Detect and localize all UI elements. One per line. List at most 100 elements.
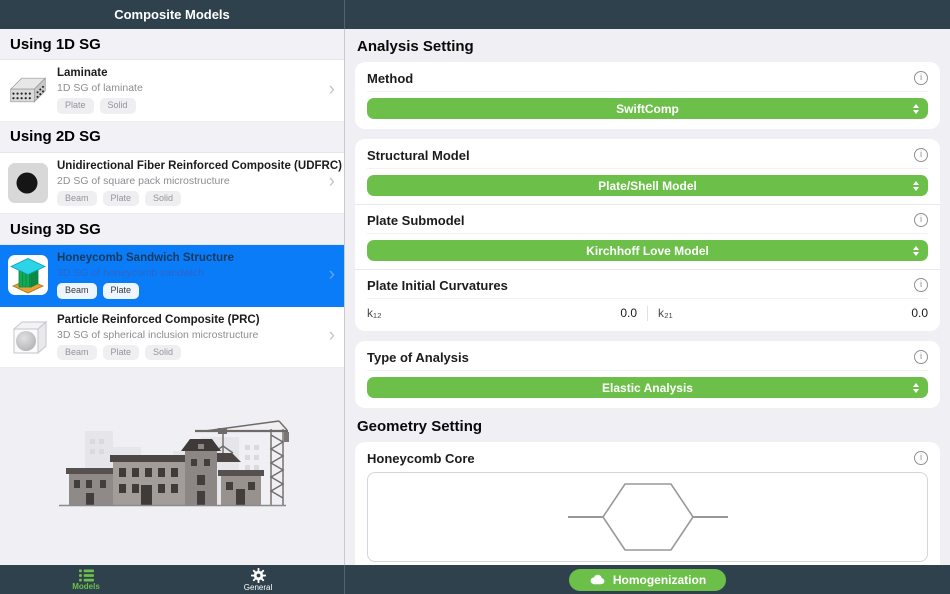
item-tags: Beam Plate Solid: [57, 344, 320, 360]
honeycomb-sandwich-icon: [8, 255, 48, 296]
plate-submodel-select[interactable]: Kirchhoff Love Model: [367, 240, 928, 261]
plate-submodel-value: Kirchhoff Love Model: [586, 243, 709, 258]
tab-models[interactable]: Models: [0, 565, 172, 594]
sidebar-empty-area: [0, 368, 344, 565]
item-subtitle: 1D SG of laminate: [57, 82, 143, 94]
item-subtitle: 3D SG of spherical inclusion microstruct…: [57, 328, 259, 341]
detail-header: [345, 0, 950, 29]
item-tags: Plate Solid: [57, 98, 320, 114]
info-icon[interactable]: i: [914, 278, 928, 292]
method-label: Method: [367, 70, 414, 86]
list-icon: [78, 569, 94, 582]
homogenization-button-label: Homogenization: [612, 572, 707, 587]
item-title: Particle Reinforced Composite (PRC): [57, 313, 260, 326]
chevron-right-icon: ›: [328, 263, 335, 285]
divider: [367, 298, 928, 299]
picker-arrows-icon: [913, 245, 919, 256]
curvatures-label-row: Plate Initial Curvatures i: [367, 277, 928, 293]
tag-solid: Solid: [99, 98, 136, 114]
city-construction-illustration: [58, 419, 289, 506]
tag-solid: Solid: [145, 190, 182, 206]
honeycomb-core-card: Honeycomb Core i Core Length (l₁) 3.6: [355, 442, 940, 565]
tag-plate: Plate: [102, 190, 140, 206]
sidebar-item-honeycomb-sandwich[interactable]: Honeycomb Sandwich Structure 3D SG of ho…: [0, 245, 344, 307]
k12-label: k₁₂: [367, 306, 382, 320]
item-body: Unidirectional Fiber Reinforced Composit…: [57, 159, 342, 206]
udfrc-icon: [8, 162, 48, 203]
item-title: Unidirectional Fiber Reinforced Composit…: [57, 159, 342, 172]
k12-field: k₁₂ 0.0: [367, 306, 647, 320]
tab-bar: Models General: [0, 565, 345, 594]
k12-value[interactable]: 0.0: [620, 306, 637, 320]
item-body: Particle Reinforced Composite (PRC) 3D S…: [57, 313, 320, 360]
method-card: Method i SwiftComp: [355, 62, 940, 129]
curvatures-row: k₁₂ 0.0 k₂₁ 0.0: [367, 305, 928, 321]
cloud-icon: [590, 574, 605, 585]
divider: [367, 233, 928, 234]
plate-submodel-label-row: Plate Submodel i: [367, 212, 928, 228]
tag-beam: Beam: [57, 344, 97, 360]
app-window: Composite Models Using 1D SG Laminate 1D…: [0, 0, 950, 594]
info-icon[interactable]: i: [914, 350, 928, 364]
chevron-right-icon: ›: [328, 78, 335, 100]
structural-model-value: Plate/Shell Model: [598, 178, 697, 193]
honeycomb-hexagon-diagram: [567, 483, 728, 551]
method-select[interactable]: SwiftComp: [367, 98, 928, 119]
method-value: SwiftComp: [616, 101, 679, 116]
info-icon[interactable]: i: [914, 451, 928, 465]
tag-plate: Plate: [57, 98, 94, 114]
item-title: Honeycomb Sandwich Structure: [57, 252, 235, 264]
settings-panel: Analysis Setting Method i SwiftComp Stru…: [345, 29, 950, 565]
laminate-icon: [8, 70, 48, 111]
honeycomb-core-label-row: Honeycomb Core i: [367, 450, 928, 466]
geometry-setting-heading: Geometry Setting: [357, 418, 483, 435]
item-tags: Beam Plate: [57, 283, 320, 299]
structural-model-select[interactable]: Plate/Shell Model: [367, 175, 928, 196]
homogenization-button[interactable]: Homogenization: [568, 568, 727, 591]
tab-general[interactable]: General: [172, 565, 344, 594]
item-title: Laminate: [57, 67, 108, 79]
info-icon[interactable]: i: [914, 213, 928, 227]
divider: [367, 370, 928, 371]
structural-model-label-row: Structural Model i: [367, 147, 928, 163]
item-subtitle: 2D SG of square pack microstructure: [57, 174, 230, 187]
tag-beam: Beam: [57, 190, 97, 206]
section-header-3d-sg: Using 3D SG: [0, 214, 344, 245]
tab-models-label: Models: [72, 582, 100, 591]
divider: [355, 204, 940, 205]
k21-field: k₂₁ 0.0: [648, 306, 928, 320]
honeycomb-diagram-box: [367, 472, 928, 562]
item-tags: Beam Plate Solid: [57, 190, 320, 206]
tag-solid: Solid: [145, 344, 182, 360]
info-icon[interactable]: i: [914, 71, 928, 85]
type-of-analysis-select[interactable]: Elastic Analysis: [367, 377, 928, 398]
k21-label: k₂₁: [658, 306, 673, 320]
k21-value[interactable]: 0.0: [911, 306, 928, 320]
type-of-analysis-label-row: Type of Analysis i: [367, 349, 928, 365]
tab-general-label: General: [243, 583, 273, 592]
sidebar-item-udfrc[interactable]: Unidirectional Fiber Reinforced Composit…: [0, 152, 344, 214]
content-area: Using 1D SG Laminate 1D SG of laminate P…: [0, 29, 950, 565]
tag-plate: Plate: [102, 283, 140, 299]
method-label-row: Method i: [367, 70, 928, 86]
chevron-right-icon: ›: [328, 325, 335, 347]
sidebar-header: Composite Models: [0, 0, 345, 29]
honeycomb-core-label: Honeycomb Core: [367, 450, 475, 466]
sidebar-item-laminate[interactable]: Laminate 1D SG of laminate Plate Solid ›: [0, 60, 344, 122]
picker-arrows-icon: [913, 180, 919, 191]
info-icon[interactable]: i: [914, 148, 928, 162]
structural-model-label: Structural Model: [367, 147, 470, 163]
plate-submodel-label: Plate Submodel: [367, 212, 465, 228]
type-of-analysis-card: Type of Analysis i Elastic Analysis: [355, 341, 940, 408]
sidebar-item-prc[interactable]: Particle Reinforced Composite (PRC) 3D S…: [0, 306, 344, 368]
curvatures-label: Plate Initial Curvatures: [367, 277, 508, 293]
chevron-right-icon: ›: [328, 171, 335, 193]
item-body: Honeycomb Sandwich Structure 3D SG of ho…: [57, 252, 320, 299]
item-subtitle: 3D SG of honeycomb sandwich: [57, 267, 205, 279]
section-header-1d-sg: Using 1D SG: [0, 29, 344, 60]
prc-icon: [8, 316, 48, 357]
divider: [367, 168, 928, 169]
divider: [355, 269, 940, 270]
gear-icon: [250, 568, 266, 583]
divider: [367, 91, 928, 92]
